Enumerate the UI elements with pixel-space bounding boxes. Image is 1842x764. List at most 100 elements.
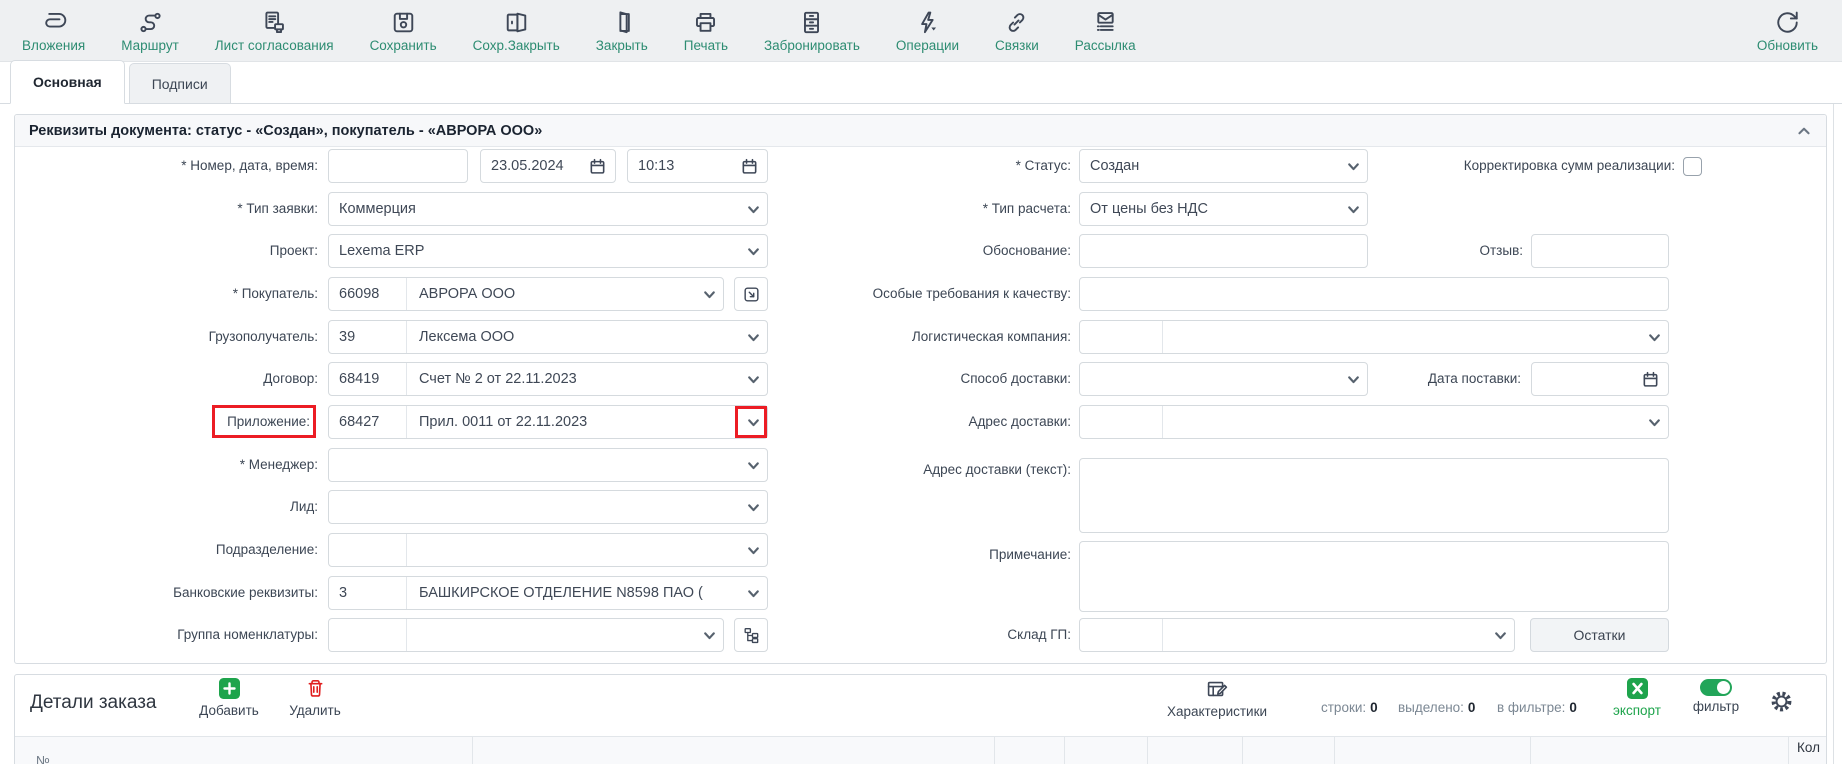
field-label-delivery-method: Способ доставки:: [760, 369, 1071, 389]
field-label-logistics: Логистическая компания:: [760, 327, 1071, 347]
toolbar-button-close[interactable]: Закрыть: [596, 9, 648, 53]
characteristics-button[interactable]: Характеристики: [1155, 677, 1279, 719]
bank-select[interactable]: 3 БАШКИРСКОЕ ОТДЕЛЕНИЕ N8598 ПАО (: [328, 576, 768, 610]
chevron-down-icon[interactable]: [1339, 202, 1367, 217]
toolbar-button-attachments[interactable]: Вложения: [22, 9, 85, 53]
paperclip-icon: [40, 9, 67, 37]
chevron-down-icon[interactable]: [695, 628, 723, 643]
toolbar-button-save[interactable]: Сохранить: [370, 9, 437, 53]
delivery-address-select[interactable]: [1079, 405, 1669, 439]
tab-signatures[interactable]: Подписи: [129, 63, 231, 103]
toolbar-button-label: Печать: [684, 38, 728, 53]
settings-button[interactable]: [1768, 688, 1795, 715]
time-field[interactable]: 10:13: [627, 149, 768, 183]
field-label-review: Отзыв:: [1448, 241, 1523, 261]
delivery-method-select[interactable]: [1079, 362, 1368, 396]
tab-main[interactable]: Основная: [10, 60, 125, 104]
annex-code-field[interactable]: 68427: [329, 406, 407, 438]
toolbar-button-mailing[interactable]: Рассылка: [1075, 9, 1136, 53]
status-select[interactable]: Создан: [1079, 149, 1368, 183]
logistics-select[interactable]: [1079, 320, 1669, 354]
approval-sheet-icon: [261, 9, 288, 37]
grid-column-divider: [1242, 736, 1243, 764]
date-field[interactable]: 23.05.2024: [480, 149, 616, 183]
toolbar-button-links[interactable]: Связки: [995, 9, 1039, 53]
chevron-down-icon[interactable]: [1486, 628, 1514, 643]
add-button-label: Добавить: [199, 703, 259, 718]
lead-select[interactable]: [328, 490, 768, 524]
consignee-code-field[interactable]: 39: [329, 321, 407, 353]
nom-group-select[interactable]: [328, 618, 724, 652]
field-label-manager: * Менеджер:: [20, 455, 318, 475]
quality-field[interactable]: [1079, 277, 1669, 311]
field-label-bank: Банковские реквизиты:: [20, 583, 318, 603]
toolbar-button-save-close[interactable]: Сохр.Закрыть: [473, 9, 560, 53]
chevron-down-icon[interactable]: [739, 500, 767, 515]
chevron-down-icon[interactable]: [1640, 330, 1668, 345]
date-value: 23.05.2024: [481, 158, 589, 174]
correction-checkbox[interactable]: [1683, 157, 1702, 176]
department-code-field[interactable]: [329, 534, 407, 566]
toolbar-button-reserve[interactable]: Забронировать: [764, 9, 860, 53]
field-label-nom-group: Группа номенклатуры:: [20, 625, 318, 645]
buyer-name-value: АВРОРА ООО: [407, 286, 695, 302]
calendar-icon[interactable]: [741, 158, 758, 175]
chevron-down-icon[interactable]: [739, 586, 767, 601]
toolbar-button-label: Сохранить: [370, 38, 437, 53]
calendar-icon[interactable]: [589, 158, 606, 175]
contract-code-field[interactable]: 68419: [329, 363, 407, 395]
calendar-icon[interactable]: [1642, 371, 1659, 388]
toolbar-button-approval-sheet[interactable]: Лист согласования: [215, 9, 334, 53]
field-label-quality: Особые требования к качеству:: [760, 284, 1071, 304]
door-icon: [608, 9, 635, 37]
chevron-down-icon[interactable]: [1339, 159, 1367, 174]
grid-column-divider: [994, 736, 995, 764]
export-button[interactable]: экспорт: [1605, 677, 1669, 718]
chevron-down-icon[interactable]: [1339, 372, 1367, 387]
note-textarea[interactable]: [1079, 541, 1669, 612]
review-field[interactable]: [1531, 234, 1669, 268]
consignee-select[interactable]: 39 Лексема ООО: [328, 320, 768, 354]
buyer-code-field[interactable]: 66098: [329, 278, 407, 310]
delivery-address-textarea[interactable]: [1079, 458, 1669, 533]
collapse-icon[interactable]: [1796, 123, 1812, 139]
remains-button[interactable]: Остатки: [1530, 618, 1669, 652]
number-field[interactable]: [328, 149, 468, 183]
add-button[interactable]: Добавить: [196, 677, 262, 718]
field-label-request-type: * Тип заявки:: [20, 199, 318, 219]
toolbar-button-label: Маршрут: [121, 38, 179, 53]
tree-icon: [742, 626, 761, 645]
manager-select[interactable]: [328, 448, 768, 482]
toolbar-button-route[interactable]: Маршрут: [121, 9, 179, 53]
remains-button-label: Остатки: [1574, 627, 1626, 643]
project-select[interactable]: Lexema ERP: [328, 234, 768, 268]
annex-name-value: Прил. 0011 от 22.11.2023: [407, 414, 739, 430]
main-toolbar: Вложения Маршрут Лист согласования Сохра…: [0, 0, 1842, 62]
contract-select[interactable]: 68419 Счет № 2 от 22.11.2023: [328, 362, 768, 396]
nom-group-code-field[interactable]: [329, 619, 407, 651]
tab-strip: Основная Подписи: [0, 62, 1842, 104]
annex-select[interactable]: 68427 Прил. 0011 от 22.11.2023: [328, 405, 768, 439]
field-label-note: Примечание:: [760, 545, 1071, 565]
calc-type-select[interactable]: От цены без НДС: [1079, 192, 1368, 226]
chevron-down-icon[interactable]: [695, 287, 723, 302]
add-icon: [218, 677, 241, 700]
request-type-select[interactable]: Коммерция: [328, 192, 768, 226]
delivery-date-field[interactable]: [1531, 362, 1669, 396]
toolbar-button-operations[interactable]: Операции: [896, 9, 959, 53]
warehouse-code-field[interactable]: [1080, 619, 1163, 651]
justification-field[interactable]: [1079, 234, 1368, 268]
toolbar-button-print[interactable]: Печать: [684, 9, 728, 53]
field-label-calc-type: * Тип расчета:: [760, 199, 1071, 219]
filter-toggle[interactable]: [1700, 679, 1732, 696]
chevron-down-icon[interactable]: [1640, 415, 1668, 430]
delete-button[interactable]: Удалить: [282, 677, 348, 718]
delivery-address-code-field[interactable]: [1080, 406, 1163, 438]
buyer-select[interactable]: 66098 АВРОРА ООО: [328, 277, 724, 311]
logistics-code-field[interactable]: [1080, 321, 1163, 353]
department-select[interactable]: [328, 533, 768, 567]
bank-code-field[interactable]: 3: [329, 577, 407, 609]
toolbar-button-refresh[interactable]: Обновить: [1757, 9, 1818, 53]
warehouse-select[interactable]: [1079, 618, 1515, 652]
filter-toggle-button[interactable]: фильтр: [1686, 679, 1746, 714]
